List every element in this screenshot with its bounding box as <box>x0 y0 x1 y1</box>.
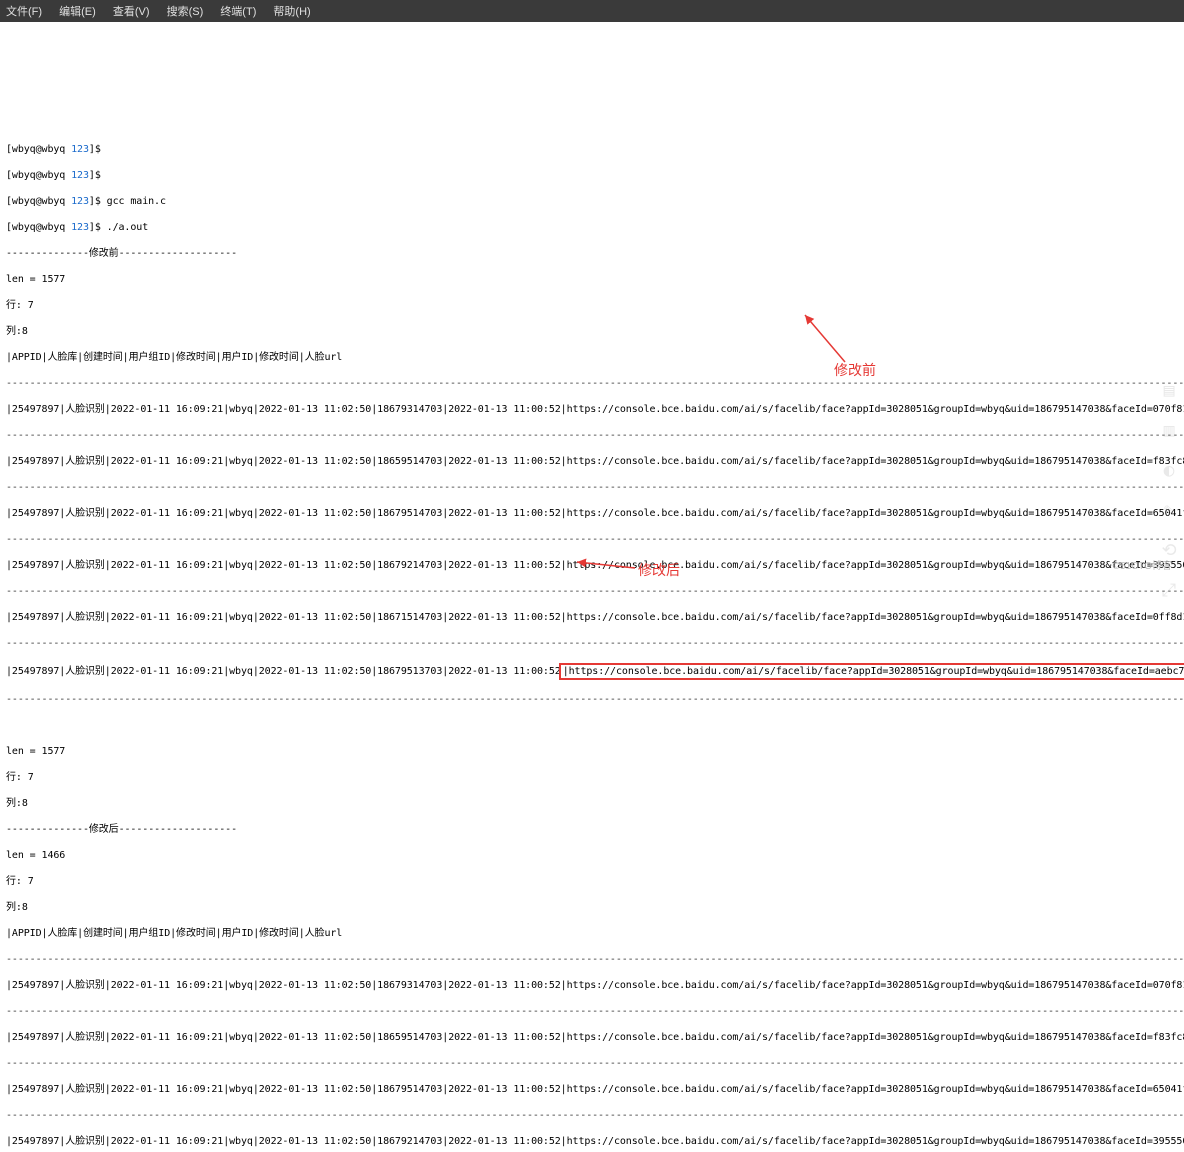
cols-line: 列:8 <box>6 901 1178 914</box>
len-line: len = 1577 <box>6 745 1178 758</box>
blank-line <box>6 117 1178 130</box>
data-row: |25497897|人脸识别|2022-01-11 16:09:21|wbyq|… <box>6 1135 1178 1148</box>
prompt-path: 123 <box>71 196 89 207</box>
data-row: |25497897|人脸识别|2022-01-11 16:09:21|wbyq|… <box>6 507 1178 520</box>
rows-line: 行: 7 <box>6 299 1178 312</box>
divider-line: ----------------------------------------… <box>6 429 1178 442</box>
blank-line <box>6 39 1178 52</box>
data-row: |25497897|人脸识别|2022-01-11 16:09:21|wbyq|… <box>6 559 1178 572</box>
columns-header: |APPID|人脸库|创建时间|用户组ID|修改时间|用户ID|修改时间|人脸u… <box>6 927 1178 940</box>
divider-line: ----------------------------------------… <box>6 377 1178 390</box>
menu-help[interactable]: 帮助(H) <box>273 6 310 18</box>
rows-line: 行: 7 <box>6 875 1178 888</box>
command-text: ./a.out <box>101 222 148 233</box>
annotation-before-label: 修改前 <box>834 360 876 380</box>
data-row: |25497897|人脸识别|2022-01-11 16:09:21|wbyq|… <box>6 455 1178 468</box>
menubar: 文件(F) 编辑(E) 查看(V) 搜索(S) 终端(T) 帮助(H) <box>0 0 1184 22</box>
tool-icon[interactable]: ▤ <box>1158 380 1180 402</box>
divider-line: ----------------------------------------… <box>6 637 1178 650</box>
prompt-line: [wbyq@wbyq 123]$ gcc main.c <box>6 195 1178 208</box>
data-row: |25497897|人脸识别|2022-01-11 16:09:21|wbyq|… <box>6 979 1178 992</box>
highlight-box-before: |https://console.bce.baidu.com/ai/s/face… <box>559 663 1184 680</box>
prompt-line: [wbyq@wbyq 123]$ <box>6 169 1178 182</box>
prompt-path: 123 <box>71 222 89 233</box>
tool-icon[interactable]: ✎ <box>1158 500 1180 522</box>
columns-header: |APPID|人脸库|创建时间|用户组ID|修改时间|用户ID|修改时间|人脸u… <box>6 351 1178 364</box>
data-row: |25497897|人脸识别|2022-01-11 16:09:21|wbyq|… <box>6 1031 1178 1044</box>
menu-view[interactable]: 查看(V) <box>113 6 150 18</box>
tool-icon[interactable]: ▥ <box>1158 420 1180 442</box>
watermark-text: ©51CTO博客 <box>1113 557 1172 572</box>
cols-line: 列:8 <box>6 325 1178 338</box>
terminal-output[interactable]: [wbyq@wbyq 123]$ [wbyq@wbyq 123]$ [wbyq@… <box>0 22 1184 1152</box>
divider-line: ----------------------------------------… <box>6 481 1178 494</box>
divider-line: ----------------------------------------… <box>6 693 1178 706</box>
prompt-path: 123 <box>71 144 89 155</box>
divider-line: ----------------------------------------… <box>6 1109 1178 1122</box>
len-line: len = 1466 <box>6 849 1178 862</box>
blank-line <box>6 91 1178 104</box>
divider-line: ----------------------------------------… <box>6 1005 1178 1018</box>
data-row: |25497897|人脸识别|2022-01-11 16:09:21|wbyq|… <box>6 611 1178 624</box>
menu-edit[interactable]: 编辑(E) <box>59 6 96 18</box>
prompt-path: 123 <box>71 170 89 181</box>
prompt-line: [wbyq@wbyq 123]$ ./a.out <box>6 221 1178 234</box>
divider-line: ----------------------------------------… <box>6 585 1178 598</box>
tool-icon[interactable]: ⤢ <box>1158 580 1180 602</box>
section-header-before: --------------修改前-------------------- <box>6 247 1178 260</box>
menu-search[interactable]: 搜索(S) <box>167 6 204 18</box>
data-row: |25497897|人脸识别|2022-01-11 16:09:21|wbyq|… <box>6 403 1178 416</box>
divider-line: ----------------------------------------… <box>6 953 1178 966</box>
prompt-line: [wbyq@wbyq 123]$ <box>6 143 1178 156</box>
tool-icon[interactable]: ◐ <box>1158 460 1180 482</box>
blank-line <box>6 719 1178 732</box>
section-header-after: --------------修改后-------------------- <box>6 823 1178 836</box>
divider-line: ----------------------------------------… <box>6 533 1178 546</box>
cols-line: 列:8 <box>6 797 1178 810</box>
data-row-highlighted-before: |25497897|人脸识别|2022-01-11 16:09:21|wbyq|… <box>6 663 1178 680</box>
len-line: len = 1577 <box>6 273 1178 286</box>
data-row: |25497897|人脸识别|2022-01-11 16:09:21|wbyq|… <box>6 1083 1178 1096</box>
divider-line: ----------------------------------------… <box>6 1057 1178 1070</box>
rows-line: 行: 7 <box>6 771 1178 784</box>
menu-file[interactable]: 文件(F) <box>6 6 42 18</box>
blank-line <box>6 65 1178 78</box>
annotation-after-label: 修改后 <box>638 560 680 580</box>
menu-terminal[interactable]: 终端(T) <box>220 6 256 18</box>
command-text: gcc main.c <box>101 196 166 207</box>
